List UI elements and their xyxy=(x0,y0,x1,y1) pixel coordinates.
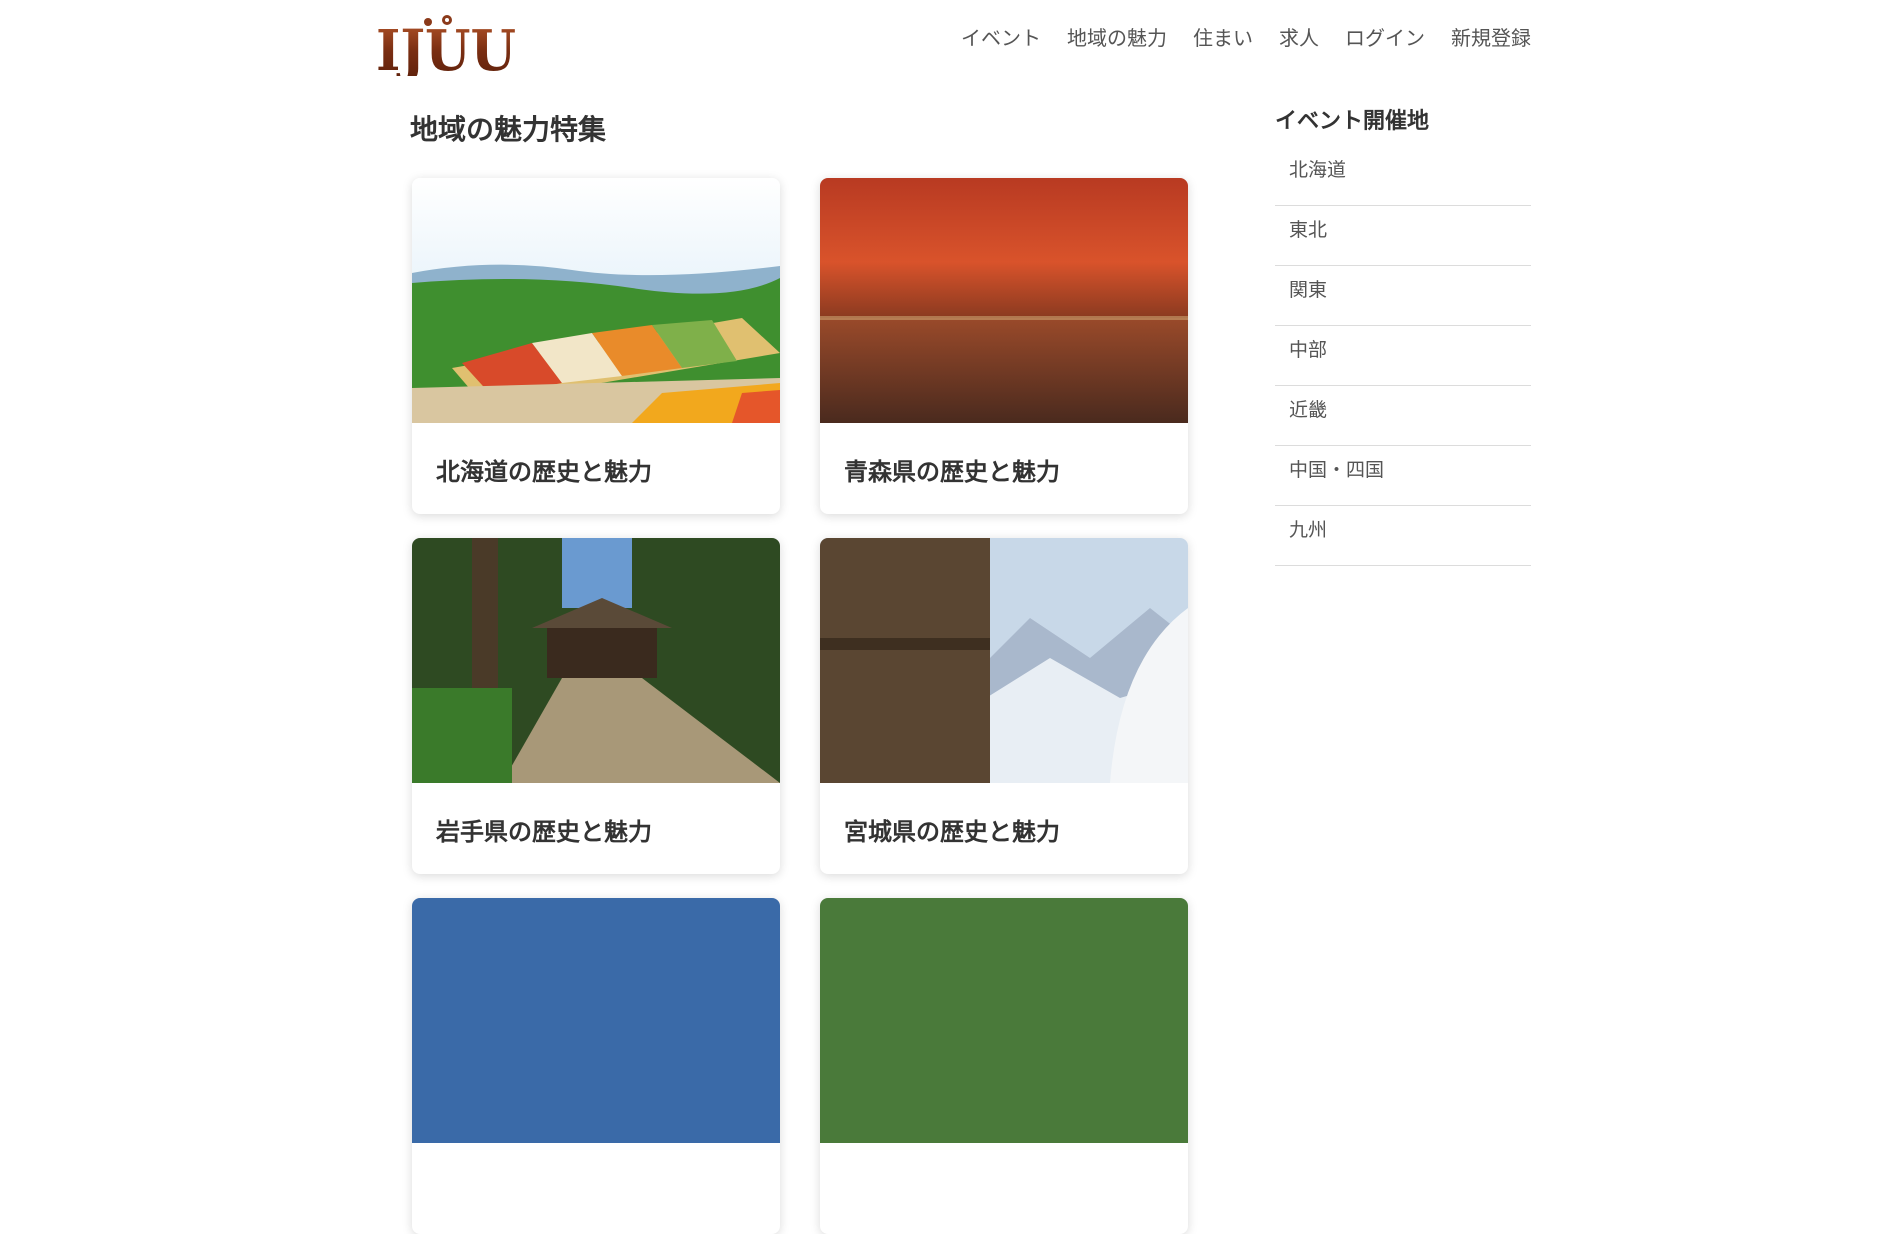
feature-card[interactable] xyxy=(412,898,780,1234)
list-item: 九州 xyxy=(1275,506,1531,566)
main-content: 地域の魅力特集 北海道の歴史と魅力 青森県の歴史と魅力 岩手県の歴史と魅力 宮城… xyxy=(410,108,1190,1234)
card-title: 青森県の歴史と魅力 xyxy=(844,458,1060,486)
feature-card[interactable]: 岩手県の歴史と魅力 xyxy=(412,538,780,874)
region-list: 北海道 東北 関東 中部 近畿 中国・四国 九州 xyxy=(1275,146,1531,566)
region-link-tohoku[interactable]: 東北 xyxy=(1275,206,1531,254)
card-image xyxy=(820,898,1188,1143)
event-location-sidebar: イベント開催地 北海道 東北 関東 中部 近畿 中国・四国 九州 xyxy=(1275,104,1531,566)
list-item: 関東 xyxy=(1275,266,1531,326)
logo-text: IJUU xyxy=(376,18,516,76)
nav-event[interactable]: イベント xyxy=(961,22,1041,54)
feature-card[interactable]: 北海道の歴史と魅力 xyxy=(412,178,780,514)
nav-signup[interactable]: 新規登録 xyxy=(1451,22,1531,54)
page-title: 地域の魅力特集 xyxy=(410,113,607,146)
sidebar-title: イベント開催地 xyxy=(1275,109,1430,134)
nav-regional-appeal[interactable]: 地域の魅力 xyxy=(1067,22,1167,54)
snow-mountain-temple-image xyxy=(820,538,1188,783)
feature-card[interactable] xyxy=(820,898,1188,1234)
region-link-kyushu[interactable]: 九州 xyxy=(1275,506,1531,554)
feature-card[interactable]: 青森県の歴史と魅力 xyxy=(820,178,1188,514)
card-image xyxy=(412,898,780,1143)
main-nav: イベント 地域の魅力 住まい 求人 ログイン 新規登録 xyxy=(961,22,1531,54)
card-title: 岩手県の歴史と魅力 xyxy=(436,818,652,846)
card-title: 宮城県の歴史と魅力 xyxy=(844,818,1060,846)
nav-jobs[interactable]: 求人 xyxy=(1279,22,1319,54)
site-header: IJUU イベント 地域の魅力 住まい 求人 ログイン 新規登録 xyxy=(0,0,1887,90)
region-link-chugoku-shikoku[interactable]: 中国・四国 xyxy=(1275,446,1531,494)
list-item: 近畿 xyxy=(1275,386,1531,446)
feature-card[interactable]: 宮城県の歴史と魅力 xyxy=(820,538,1188,874)
nav-housing[interactable]: 住まい xyxy=(1193,22,1253,54)
list-item: 東北 xyxy=(1275,206,1531,266)
flower-field-image xyxy=(412,178,780,423)
list-item: 北海道 xyxy=(1275,146,1531,206)
region-link-kanto[interactable]: 関東 xyxy=(1275,266,1531,314)
list-item: 中国・四国 xyxy=(1275,446,1531,506)
list-item: 中部 xyxy=(1275,326,1531,386)
region-link-kinki[interactable]: 近畿 xyxy=(1275,386,1531,434)
region-link-hokkaido[interactable]: 北海道 xyxy=(1275,146,1531,194)
region-link-chubu[interactable]: 中部 xyxy=(1275,326,1531,374)
card-title: 北海道の歴史と魅力 xyxy=(436,458,652,486)
site-logo[interactable]: IJUU xyxy=(376,14,518,76)
autumn-forest-lake-image xyxy=(820,178,1188,423)
nav-login[interactable]: ログイン xyxy=(1345,22,1425,54)
temple-grove-image xyxy=(412,538,780,783)
